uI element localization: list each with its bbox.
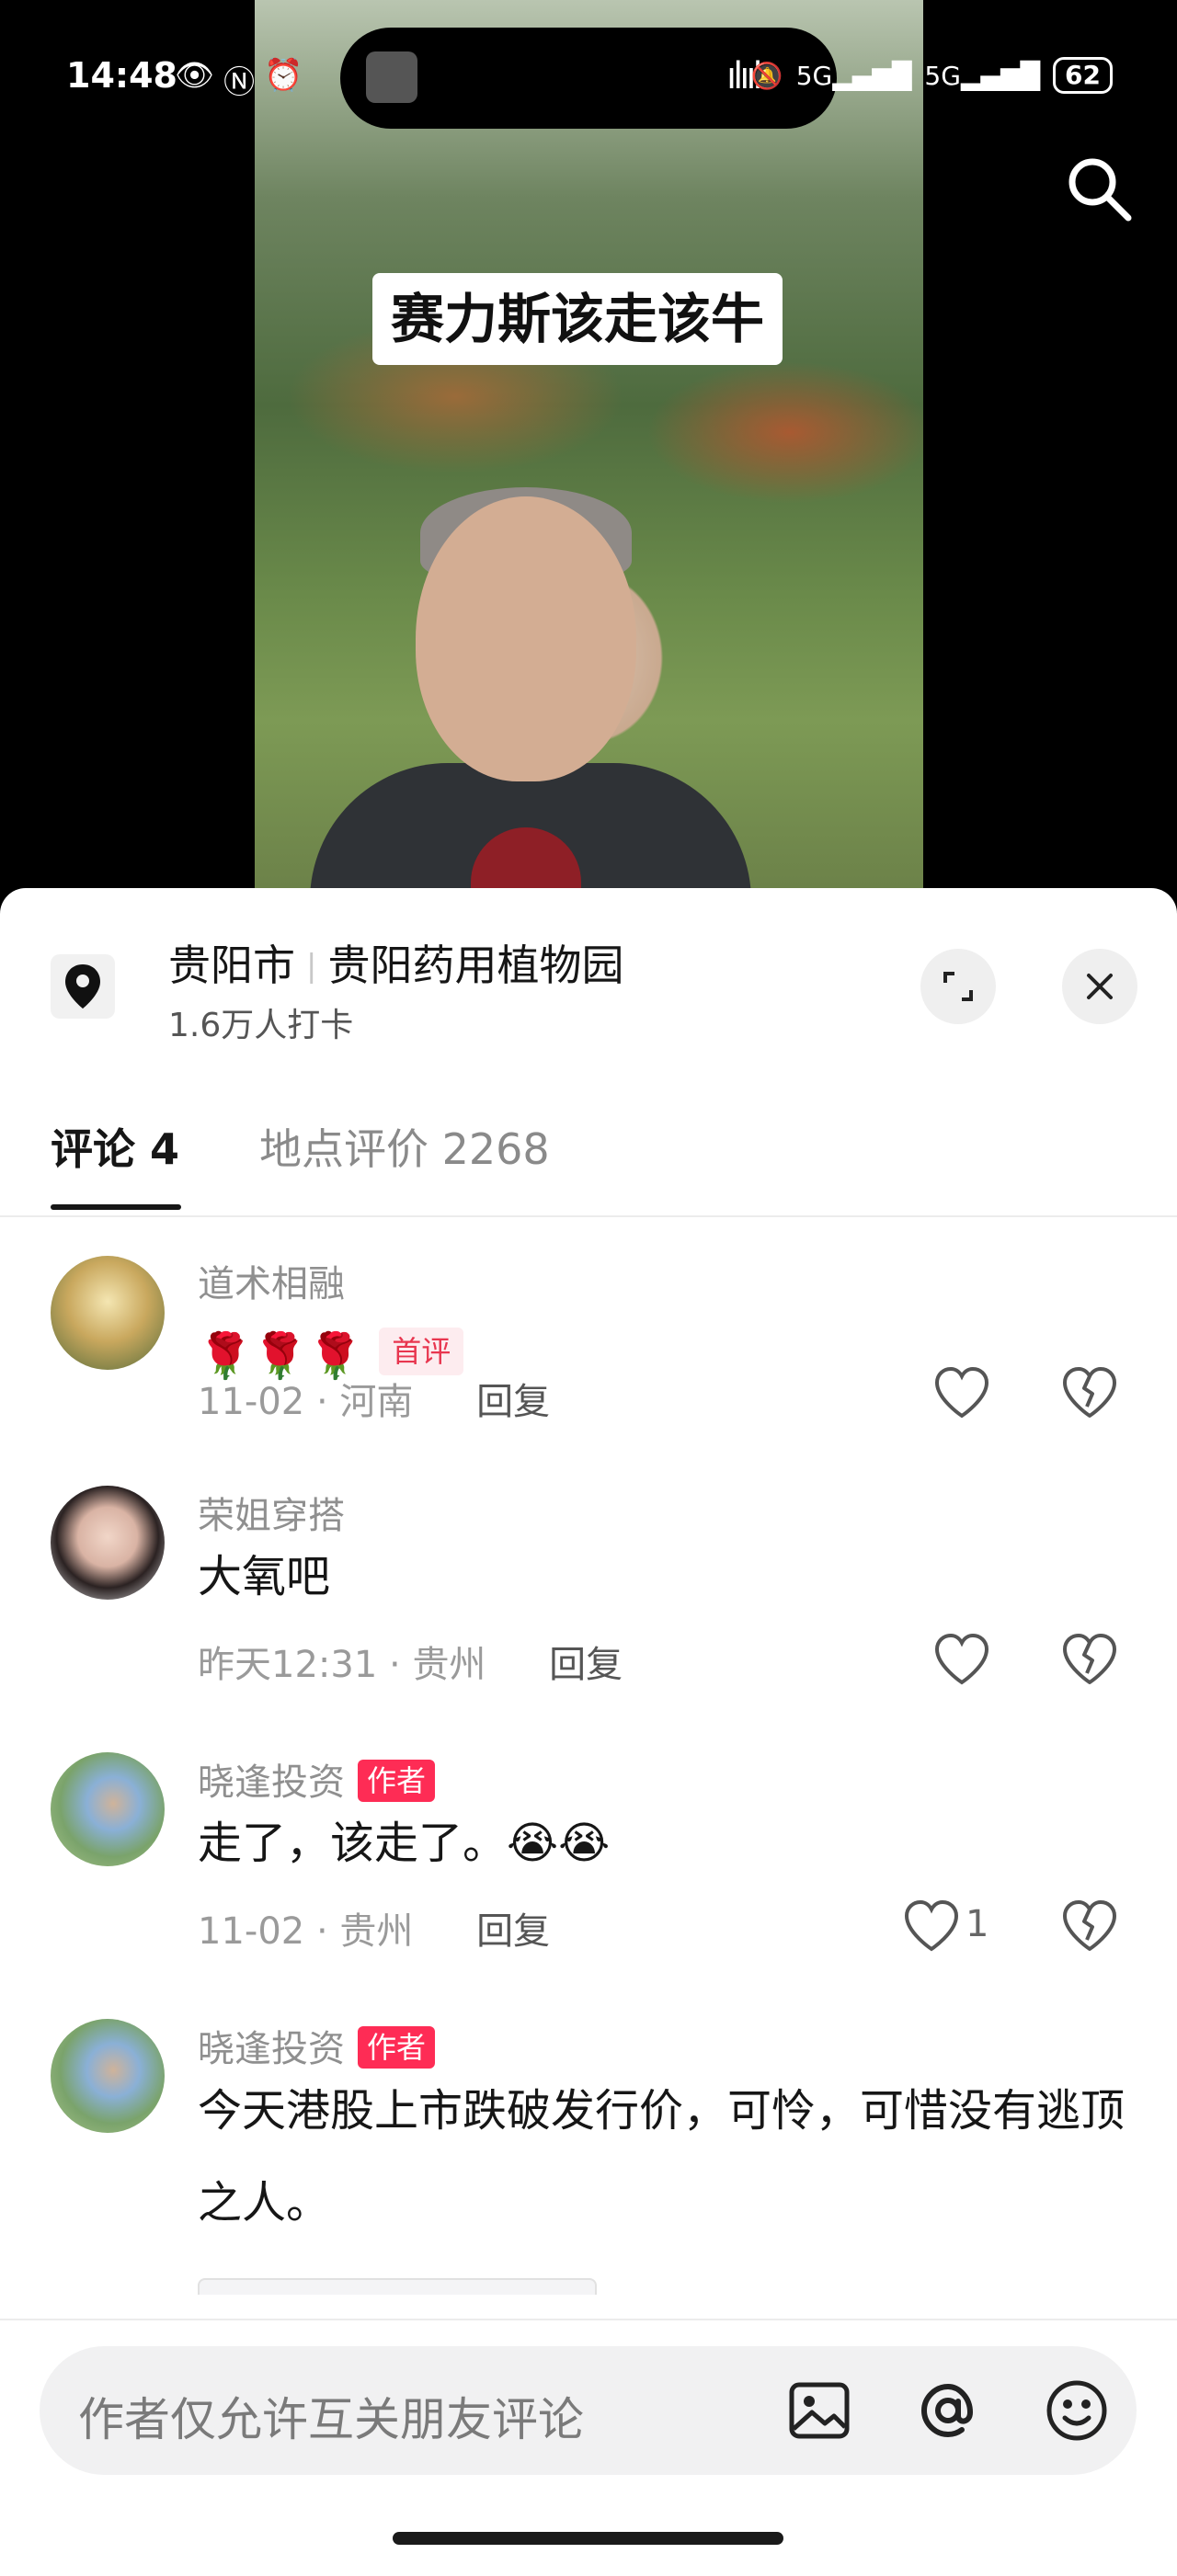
first-comment-badge: 首评 <box>379 1328 464 1375</box>
reply-button[interactable]: 回复 <box>476 1381 550 1423</box>
close-icon <box>1087 974 1113 999</box>
5g-signal-icon: 5G▂▄▆█ <box>924 60 1041 91</box>
video-player[interactable] <box>255 0 923 901</box>
comment-list[interactable]: 道术相融 🌹🌹🌹 首评 11-02 · 河南 回复 荣姐穿搭 大氧吧 昨天12:… <box>0 1219 1177 2295</box>
close-button[interactable] <box>1062 949 1137 1024</box>
comment-sheet: 贵阳市 | 贵阳药用植物园 1.6万人打卡 评论 4 地点评价 2268 道术相融 … <box>0 888 1177 2576</box>
comment-meta: 11-02 · 贵州 回复 <box>198 1901 550 1955</box>
at-icon[interactable] <box>913 2376 983 2445</box>
avatar[interactable] <box>51 2019 165 2133</box>
comment-input[interactable]: 作者仅允许互关朋友评论 <box>40 2346 1137 2475</box>
battery-indicator: 62 <box>1053 57 1113 94</box>
status-icons-left: 👁 Ⓝ ⏰ <box>175 57 303 102</box>
avatar[interactable] <box>51 1486 165 1600</box>
home-indicator[interactable] <box>393 2532 783 2545</box>
eye-icon: 👁 <box>175 57 215 94</box>
dislike-broken-heart-icon[interactable] <box>1061 1899 1118 1953</box>
comment-username[interactable]: 道术相融 <box>198 1254 345 1307</box>
video-person-face <box>416 496 636 781</box>
active-tab-indicator <box>51 1204 181 1210</box>
tab-comments[interactable]: 评论 4 <box>51 1116 179 1177</box>
expand-icon <box>943 972 973 1001</box>
location-pin-icon <box>51 954 115 1019</box>
nfc-icon: Ⓝ <box>223 64 256 101</box>
status-icons-right: 🔕 5G▂▄▆█ 5G▂▄▆█ 62 <box>751 57 1113 94</box>
like-heart-icon[interactable] <box>933 1633 990 1686</box>
title-separator: | <box>306 948 317 985</box>
location-city: 贵阳市 <box>168 940 295 990</box>
comment-region: 贵州 <box>412 1644 486 1686</box>
like-heart-icon[interactable] <box>933 1366 990 1419</box>
comment-input-placeholder: 作者仅允许互关朋友评论 <box>78 2393 584 2446</box>
author-badge: 作者 <box>358 2026 436 2069</box>
comment-date: 昨天12:31 <box>198 1644 378 1686</box>
like-heart-icon[interactable] <box>903 1899 960 1953</box>
author-badge: 作者 <box>358 1760 436 1802</box>
dislike-broken-heart-icon[interactable] <box>1061 1633 1118 1686</box>
alarm-icon: ⏰ <box>264 57 303 94</box>
reply-button[interactable]: 回复 <box>549 1644 623 1686</box>
island-thumbnail <box>366 51 417 103</box>
location-title[interactable]: 贵阳市 | 贵阳药用植物园 <box>168 932 623 993</box>
meta-separator: · <box>389 1644 401 1686</box>
avatar[interactable] <box>51 1752 165 1866</box>
reply-button[interactable]: 回复 <box>476 1910 550 1953</box>
meta-separator: · <box>315 1910 328 1953</box>
comment-date: 11-02 <box>198 1381 305 1423</box>
emoji-icon[interactable] <box>1042 2376 1112 2445</box>
like-count: 1 <box>966 1903 989 1945</box>
location-place: 贵阳药用植物园 <box>327 940 624 990</box>
avatar[interactable] <box>51 1256 165 1370</box>
tab-place-reviews[interactable]: 地点评价 2268 <box>259 1116 550 1177</box>
comment-text: 大氧吧 <box>198 1551 331 1602</box>
comment-image-thumbnail[interactable] <box>198 2278 597 2295</box>
comment-date: 11-02 <box>198 1910 305 1953</box>
meta-separator: · <box>315 1381 328 1423</box>
5g-signal-icon: 5G▂▄▆█ <box>795 60 912 91</box>
comment-meta: 昨天12:31 · 贵州 回复 <box>198 1635 623 1688</box>
comment-region: 贵州 <box>339 1910 414 1953</box>
search-icon[interactable] <box>1062 152 1136 225</box>
dislike-broken-heart-icon[interactable] <box>1061 1366 1118 1419</box>
comment-text: 走了，该走了。😭😭 <box>198 1818 611 1869</box>
status-time: 14:48 <box>66 55 177 96</box>
comment-region: 河南 <box>339 1381 414 1423</box>
expand-button[interactable] <box>920 949 996 1024</box>
video-caption: 赛力斯该走该牛 <box>372 273 783 365</box>
tabs-divider <box>0 1215 1177 1217</box>
comment-meta: 11-02 · 河南 回复 <box>198 1372 550 1425</box>
image-icon[interactable] <box>784 2376 854 2445</box>
silent-icon: 🔕 <box>750 60 783 91</box>
comment-text: 今天港股上市跌破发行价，可怜，可惜没有逃顶之人。 <box>198 2085 1126 2228</box>
location-checkins: 1.6万人打卡 <box>168 1007 354 1044</box>
